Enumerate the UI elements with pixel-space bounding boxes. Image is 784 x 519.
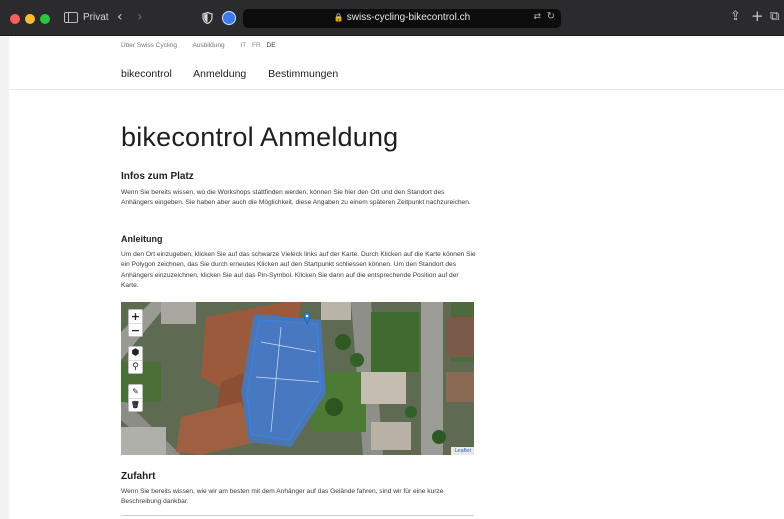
delete-layers-icon[interactable]: 🗑	[129, 398, 142, 411]
utility-nav: Über Swiss Cycling Ausbildung IT FR DE	[121, 42, 280, 49]
nav-item-bikecontrol[interactable]: bikecontrol	[121, 68, 172, 80]
private-tab-label: Privat	[83, 12, 109, 23]
forward-icon[interactable]: ›	[137, 9, 143, 25]
section-text-instructions: Um den Ort einzugeben, klicken Sie auf d…	[121, 251, 476, 289]
nav-item-bestimmungen[interactable]: Bestimmungen	[268, 68, 338, 80]
map-attribution[interactable]: Leaflet	[451, 447, 474, 455]
language-fr[interactable]: FR	[252, 42, 261, 49]
map[interactable]: + − ⬢ ⚲ ✎ 🗑 Leaflet	[121, 302, 474, 455]
address-bar[interactable]: 🔒 swiss-cycling-bikecontrol.ch ⇄ ↻	[243, 9, 561, 28]
sidebar-icon[interactable]	[64, 12, 78, 23]
utility-link-ausbildung[interactable]: Ausbildung	[192, 42, 224, 49]
zoom-out-button[interactable]: −	[129, 323, 142, 337]
language-de[interactable]: DE	[267, 42, 276, 49]
close-window-button[interactable]	[10, 14, 20, 24]
back-icon[interactable]: ‹	[117, 9, 123, 25]
maximize-window-button[interactable]	[40, 14, 50, 24]
new-tab-icon[interactable]: +	[751, 7, 764, 25]
lock-icon: 🔒	[333, 13, 344, 22]
nav-item-anmeldung[interactable]: Anmeldung	[193, 68, 246, 80]
minimize-window-button[interactable]	[25, 14, 35, 24]
edit-layers-icon[interactable]: ✎	[129, 385, 142, 398]
draw-toolbar: ⬢ ⚲	[128, 346, 143, 374]
section-heading-access: Zufahrt	[121, 471, 156, 482]
shield-icon[interactable]	[202, 12, 213, 24]
satellite-imagery	[121, 302, 474, 455]
browser-toolbar: Privat ‹ › 🔒 swiss-cycling-bikecontrol.ch…	[0, 0, 784, 36]
draw-marker-icon[interactable]: ⚲	[129, 360, 142, 373]
tabs-overview-icon[interactable]: ⧉	[770, 9, 779, 24]
access-description-textarea[interactable]	[121, 515, 474, 519]
zoom-control: + −	[128, 309, 143, 337]
page-left-edge	[0, 36, 9, 519]
section-text-access: Wenn Sie bereits wissen, wie wir am best…	[121, 488, 444, 506]
draw-polygon-icon[interactable]: ⬢	[129, 347, 142, 360]
page-title: bikecontrol Anmeldung	[121, 122, 399, 152]
main-nav: bikecontrol Anmeldung Bestimmungen	[121, 68, 357, 80]
nav-divider	[9, 89, 784, 90]
section-text-place: Wenn Sie bereits wissen, wo die Workshop…	[121, 189, 471, 207]
url-text: swiss-cycling-bikecontrol.ch	[346, 12, 471, 23]
utility-link-swiss-cycling[interactable]: Über Swiss Cycling	[121, 42, 177, 49]
section-heading-place: Infos zum Platz	[121, 171, 194, 182]
reload-icon[interactable]: ↻	[547, 11, 555, 22]
share-icon[interactable]: ⇪	[730, 9, 741, 24]
edit-toolbar: ✎ 🗑	[128, 384, 143, 412]
section-heading-instructions: Anleitung	[121, 234, 163, 244]
language-it[interactable]: IT	[240, 42, 246, 49]
privacy-icon[interactable]	[222, 11, 236, 25]
translate-icon[interactable]: ⇄	[533, 12, 541, 22]
zoom-in-button[interactable]: +	[129, 310, 142, 323]
